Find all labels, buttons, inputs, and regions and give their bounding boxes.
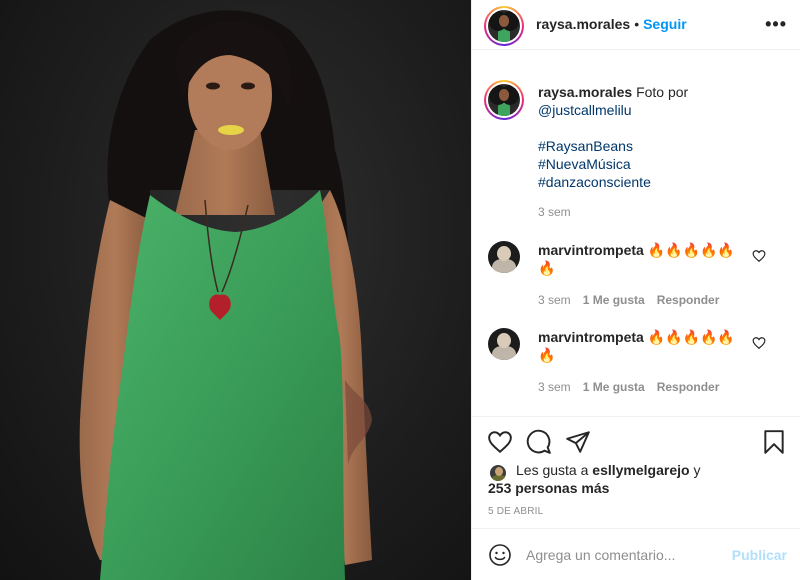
caption-mention[interactable]: @justcallmelilu	[538, 102, 632, 118]
commenter-avatar[interactable]	[488, 241, 520, 273]
author-username[interactable]: raysa.morales	[536, 16, 630, 32]
comment-meta: 3 sem 1 Me gusta Responder	[538, 293, 731, 307]
comment-icon[interactable]	[526, 429, 552, 455]
caption-avatar[interactable]	[484, 80, 524, 120]
commenter-avatar[interactable]	[488, 328, 520, 360]
post-modal: raysa.morales • Seguir ••• raysa.morales F…	[0, 0, 800, 580]
likes-others[interactable]: 253 personas más	[488, 480, 609, 496]
liker-username[interactable]: esllymelgarejo	[592, 462, 689, 478]
portrait-image	[79, 10, 372, 580]
more-icon[interactable]: •••	[765, 14, 787, 35]
post-header: raysa.morales • Seguir •••	[472, 0, 800, 50]
comment-username[interactable]: marvintrompeta	[538, 242, 644, 258]
comment-meta: 3 sem 1 Me gusta Responder	[538, 380, 731, 394]
publish-button[interactable]: Publicar	[732, 547, 787, 563]
share-icon[interactable]	[565, 429, 591, 455]
caption-time[interactable]: 3 sem	[538, 203, 788, 221]
likes-joiner: y	[693, 462, 701, 478]
comment-like-icon[interactable]	[752, 336, 766, 350]
separator-dot: •	[634, 16, 640, 32]
post-caption: raysa.morales Foto por @justcallmelilu #…	[538, 83, 788, 221]
emoji-icon[interactable]	[488, 543, 512, 567]
heart-icon[interactable]	[487, 429, 513, 455]
caption-text: Foto por	[636, 84, 689, 100]
comment-likes[interactable]: 1 Me gusta	[583, 380, 645, 394]
likes-summary: Les gusta a esllymelgarejo y 253 persona…	[488, 461, 700, 497]
author-avatar[interactable]	[484, 6, 524, 46]
comment-time[interactable]: 3 sem	[538, 293, 571, 307]
comment-item: marvintrompeta 🔥🔥🔥🔥🔥🔥 3 sem 1 Me gusta Res…	[488, 328, 788, 398]
comment-like-icon[interactable]	[752, 249, 766, 263]
post-date[interactable]: 5 DE ABRIL	[488, 506, 543, 517]
comment-time[interactable]: 3 sem	[538, 380, 571, 394]
comment-composer: Publicar	[472, 528, 800, 580]
comment-item: marvintrompeta 🔥🔥🔥🔥🔥🔥 3 sem 1 Me gusta Res…	[488, 241, 788, 311]
hashtag-link[interactable]: #NuevaMúsica	[538, 155, 788, 173]
post-photo[interactable]	[0, 0, 471, 580]
reply-button[interactable]: Responder	[657, 380, 720, 394]
caption-username[interactable]: raysa.morales	[538, 84, 632, 100]
post-sidebar: raysa.morales • Seguir ••• raysa.morales F…	[471, 0, 800, 580]
likes-prefix: Les gusta a	[516, 462, 589, 478]
hashtag-link[interactable]: #danzaconsciente	[538, 173, 788, 191]
hashtag-link[interactable]: #RaysanBeans	[538, 137, 788, 155]
follow-button[interactable]: Seguir	[643, 16, 687, 32]
comment-username[interactable]: marvintrompeta	[538, 329, 644, 345]
reply-button[interactable]: Responder	[657, 293, 720, 307]
liker-avatar[interactable]	[488, 463, 508, 483]
bookmark-icon[interactable]	[761, 429, 787, 455]
comment-likes[interactable]: 1 Me gusta	[583, 293, 645, 307]
comment-input[interactable]	[526, 545, 726, 565]
